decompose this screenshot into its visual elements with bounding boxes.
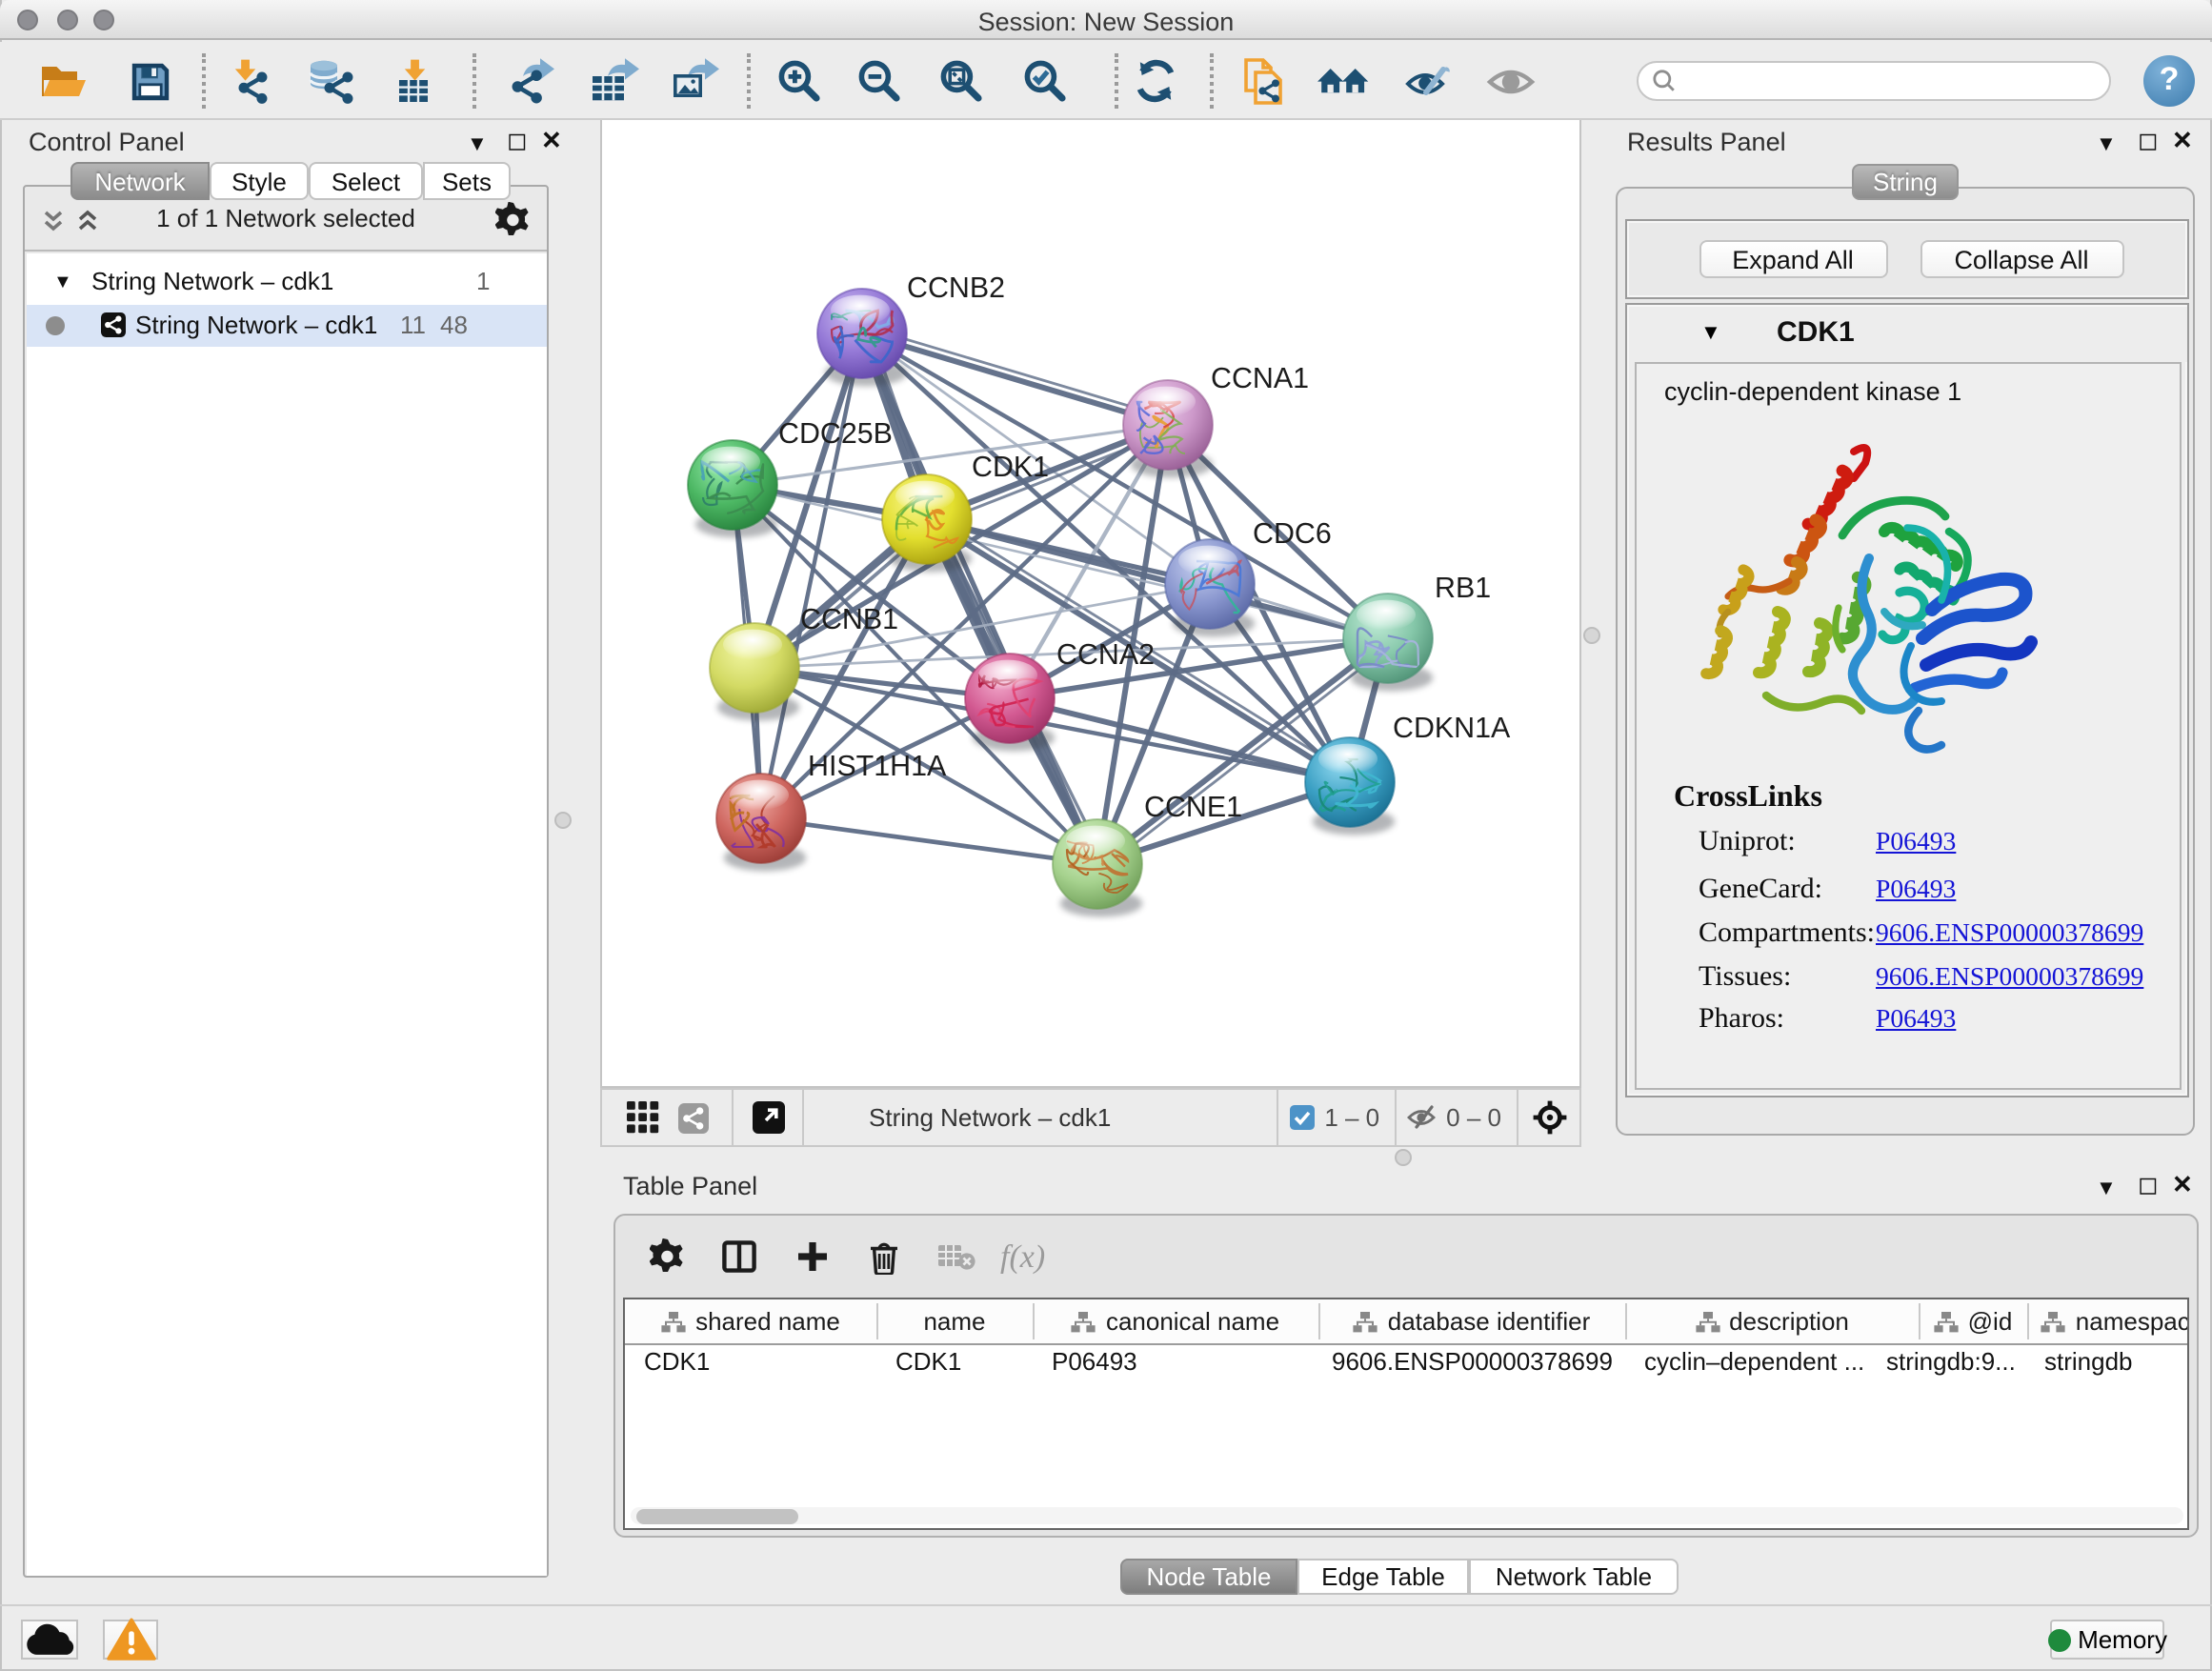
svg-text:CDC6: CDC6 [1253,517,1332,550]
svg-text:CDC25B: CDC25B [778,417,893,450]
svg-text:CCNA1: CCNA1 [1211,362,1309,394]
svg-text:CDK1: CDK1 [972,451,1049,483]
svg-text:CCNB2: CCNB2 [907,272,1005,304]
svg-text:CCNB1: CCNB1 [800,603,898,635]
svg-text:CDKN1A: CDKN1A [1393,712,1511,744]
svg-text:CCNA2: CCNA2 [1056,638,1155,671]
svg-text:CCNE1: CCNE1 [1144,791,1242,823]
svg-text:HIST1H1A: HIST1H1A [808,750,947,782]
svg-text:RB1: RB1 [1435,572,1491,604]
